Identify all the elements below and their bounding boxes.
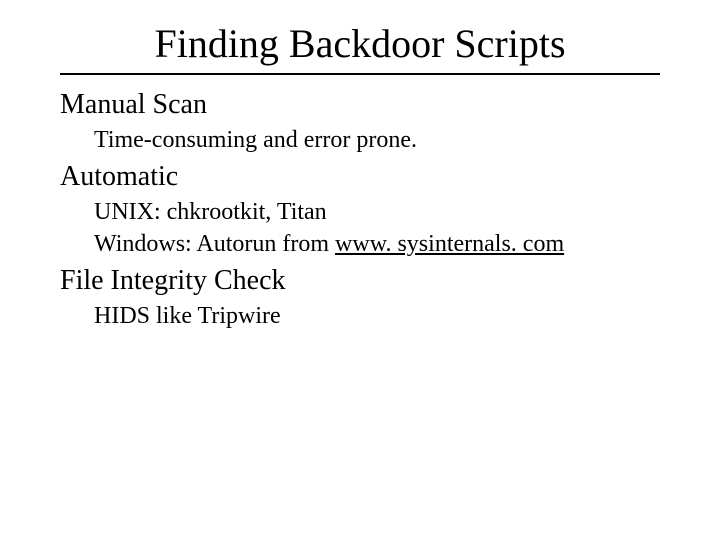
heading-manual-scan: Manual Scan [60, 89, 670, 121]
slide-title: Finding Backdoor Scripts [0, 20, 720, 67]
slide: Finding Backdoor Scripts Manual Scan Tim… [0, 20, 720, 540]
content-area: Manual Scan Time-consuming and error pro… [60, 89, 670, 331]
automatic-line-windows: Windows: Autorun from www. sysinternals.… [94, 229, 670, 259]
heading-automatic: Automatic [60, 161, 670, 193]
heading-file-integrity: File Integrity Check [60, 265, 670, 297]
integrity-line: HIDS like Tripwire [94, 301, 670, 331]
sysinternals-link[interactable]: www. sysinternals. com [335, 231, 564, 257]
title-divider [60, 73, 660, 75]
manual-scan-line: Time-consuming and error prone. [94, 125, 670, 155]
automatic-windows-prefix: Windows: Autorun from [94, 231, 335, 257]
automatic-line-unix: UNIX: chkrootkit, Titan [94, 197, 670, 227]
